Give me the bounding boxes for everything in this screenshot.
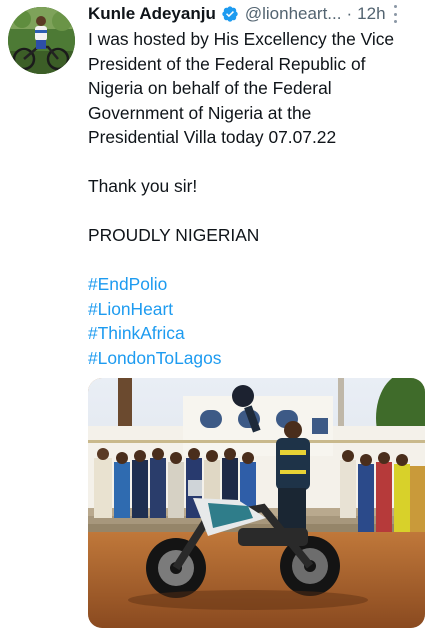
tweet-text-line: President of the Federal Republic of	[88, 53, 366, 74]
author-handle[interactable]: @lionheart...	[245, 4, 342, 24]
author-name[interactable]: Kunle Adeyanju	[88, 4, 216, 24]
tweet-text: I was hosted by His Excellency the Vice …	[88, 27, 424, 370]
avatar[interactable]	[8, 7, 75, 74]
tweet-thanks-line: Thank you sir!	[88, 176, 198, 196]
hashtag-link[interactable]: #EndPolio	[88, 272, 424, 297]
tweet-text-line: Presidential Villa today 07.07.22	[88, 127, 337, 147]
hashtag-link[interactable]: #LionHeart	[88, 297, 424, 322]
tweet-photo-image	[88, 378, 425, 628]
tweet-text-line: Government of Nigeria at the	[88, 102, 312, 123]
hashtag-link[interactable]: #LondonToLagos	[88, 346, 424, 371]
tweet-text-line: I was hosted by His Excellency the Vice	[88, 29, 395, 49]
separator-dot: ·	[346, 4, 353, 23]
avatar-image	[8, 7, 75, 74]
verified-badge-icon	[222, 6, 238, 22]
tweet-timestamp[interactable]: 12h	[357, 4, 385, 24]
tweet-photo[interactable]	[88, 378, 425, 628]
tweet-header: Kunle Adeyanju @lionheart... · 12h	[88, 2, 428, 26]
tweet-proud-line: PROUDLY NIGERIAN	[88, 225, 260, 245]
more-options-icon[interactable]	[392, 5, 400, 23]
tweet-text-line: Nigeria on behalf of the Federal	[88, 78, 332, 98]
hashtag-link[interactable]: #ThinkAfrica	[88, 321, 424, 346]
